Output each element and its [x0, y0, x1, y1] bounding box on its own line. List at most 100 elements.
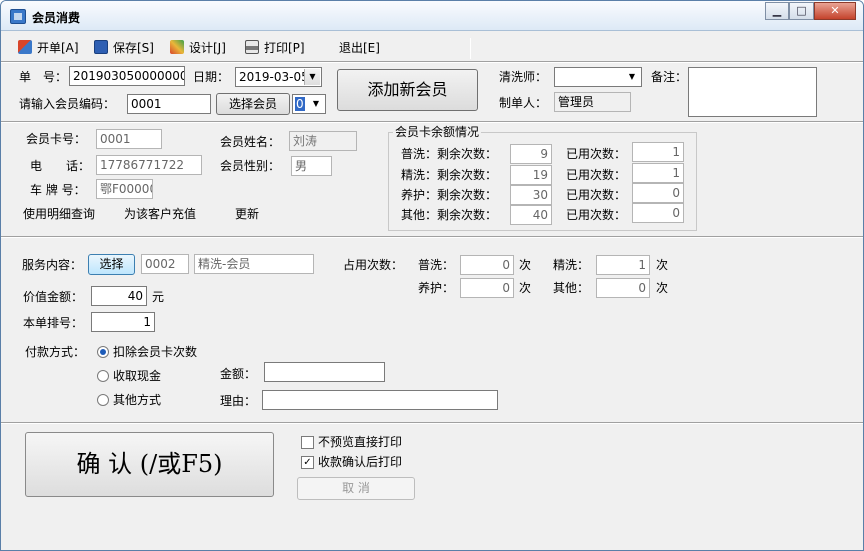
- creator-label: 制单人：: [499, 96, 548, 110]
- seq-field[interactable]: 1: [91, 312, 155, 332]
- payment-divider: [1, 422, 863, 424]
- title-bar: 会员消费 ▁ □ ✕: [1, 1, 863, 31]
- occupy-count-field: 0: [596, 278, 650, 298]
- refresh-link[interactable]: 更新: [235, 206, 259, 222]
- value-unit: 元: [152, 290, 165, 304]
- member-name-field: 刘涛: [289, 131, 357, 151]
- used-count-field: 0: [632, 183, 684, 203]
- occupy-label: 占用次数：: [343, 258, 404, 272]
- balance-type-label: 精洗：剩余次数：: [401, 168, 498, 182]
- save-button[interactable]: 保存[S]: [94, 39, 154, 57]
- usage-detail-link[interactable]: 使用明细查询: [23, 206, 95, 222]
- used-count-label: 已用次数：: [566, 168, 627, 182]
- order-no-field[interactable]: 2019030500000001: [69, 66, 185, 86]
- print-button[interactable]: 打印[P]: [245, 39, 305, 57]
- minimize-button[interactable]: ▁: [765, 2, 789, 20]
- balance-type-label: 其他：剩余次数：: [401, 208, 498, 222]
- toolbar: 开单[A] 保存[S] 设计[J] 打印[P] 退出[E]: [1, 32, 863, 62]
- print-after-payment-checkbox[interactable]: ✓: [301, 456, 314, 469]
- date-picker[interactable]: 2019-03-05 ▼: [235, 67, 322, 87]
- remark-textarea[interactable]: [688, 67, 817, 117]
- payment-method-label: 付款方式：: [25, 345, 86, 359]
- payment-radio[interactable]: [97, 346, 109, 358]
- member-divider: [1, 236, 863, 238]
- washer-select[interactable]: ▼: [554, 67, 642, 87]
- value-amount-label: 价值金额：: [23, 290, 84, 304]
- remaining-count-field: 19: [510, 165, 552, 185]
- used-count-label: 已用次数：: [566, 147, 627, 161]
- chevron-down-icon[interactable]: ▼: [304, 69, 320, 85]
- payment-amount-input[interactable]: [264, 362, 385, 382]
- maximize-button[interactable]: □: [789, 2, 814, 20]
- gender-label: 会员性别：: [220, 159, 281, 173]
- date-value: 2019-03-05: [239, 70, 309, 84]
- floppy-disk-icon: [94, 40, 108, 54]
- member-consumption-window: 会员消费 ▁ □ ✕ 开单[A] 保存[S] 设计[J] 打印[P] 退出[E]…: [0, 0, 864, 551]
- toolbar-separator: [470, 38, 471, 59]
- occupy-type-label: 精洗：: [553, 258, 590, 272]
- payment-option-label: 扣除会员卡次数: [113, 345, 198, 359]
- remaining-count-field: 40: [510, 205, 552, 225]
- print-label: 打印[P]: [264, 41, 305, 55]
- used-count-label: 已用次数：: [566, 208, 627, 222]
- payment-radio[interactable]: [97, 370, 109, 382]
- used-count-field: 1: [632, 163, 684, 183]
- order-no-label: 单 号：: [19, 70, 68, 84]
- select-service-button[interactable]: 选择: [88, 254, 135, 275]
- header-divider: [1, 121, 863, 123]
- times-unit: 次: [656, 258, 669, 272]
- seq-label: 本单排号：: [23, 316, 84, 330]
- no-preview-checkbox[interactable]: [301, 436, 314, 449]
- no-preview-label: 不预览直接打印: [318, 435, 403, 449]
- occupy-type-label: 普洗：: [418, 258, 455, 272]
- save-label: 保存[S]: [113, 41, 154, 55]
- occupy-count-field: 0: [460, 278, 514, 298]
- app-icon: [10, 9, 26, 24]
- balance-type-label: 养护：剩余次数：: [401, 188, 498, 202]
- service-content-label: 服务内容：: [22, 258, 83, 272]
- print-after-payment-label: 收款确认后打印: [318, 455, 403, 469]
- member-code-input[interactable]: 0001: [127, 94, 211, 114]
- remaining-count-field: 30: [510, 185, 552, 205]
- printer-icon: [245, 40, 259, 54]
- select-member-button[interactable]: 选择会员: [216, 93, 290, 115]
- exit-button[interactable]: 退出[E]: [339, 39, 380, 57]
- payment-radio[interactable]: [97, 394, 109, 406]
- add-member-button[interactable]: 添加新会员: [337, 69, 478, 111]
- times-unit: 次: [519, 281, 532, 295]
- phone-field: 17786771722: [96, 155, 202, 175]
- code-mode-select[interactable]: 0 ▼: [292, 94, 326, 114]
- chevron-down-icon[interactable]: ▼: [624, 69, 640, 85]
- new-order-button[interactable]: 开单[A]: [18, 39, 79, 57]
- used-count-label: 已用次数：: [566, 188, 627, 202]
- payment-reason-label: 理由：: [220, 394, 257, 408]
- payment-amount-label: 金额：: [220, 367, 257, 381]
- member-name-label: 会员姓名：: [220, 135, 281, 149]
- house-icon: [18, 40, 32, 54]
- card-no-label: 会员卡号：: [26, 132, 87, 146]
- remaining-count-field: 9: [510, 144, 552, 164]
- washer-label: 清洗师：: [499, 70, 548, 84]
- plate-label: 车 牌 号：: [30, 183, 86, 197]
- used-count-field: 1: [632, 142, 684, 162]
- payment-reason-input[interactable]: [262, 390, 498, 410]
- plate-field: 鄂F00000: [96, 179, 153, 199]
- recharge-link[interactable]: 为该客户充值: [124, 206, 196, 222]
- chevron-down-icon[interactable]: ▼: [308, 96, 324, 112]
- occupy-count-field: 1: [596, 255, 650, 275]
- gender-field: 男: [291, 156, 332, 176]
- cancel-button[interactable]: 取 消: [297, 477, 415, 500]
- design-button[interactable]: 设计[J]: [170, 39, 226, 57]
- value-amount-field[interactable]: 40: [91, 286, 147, 306]
- close-button[interactable]: ✕: [814, 2, 856, 20]
- tools-icon: [170, 40, 184, 54]
- balance-group-title: 会员卡余额情况: [393, 124, 482, 140]
- code-mode-value: 0: [295, 97, 305, 111]
- confirm-button[interactable]: 确 认 (/或F5): [25, 432, 274, 497]
- service-code-field: 0002: [141, 254, 189, 274]
- occupy-type-label: 养护：: [418, 281, 455, 295]
- design-label: 设计[J]: [189, 41, 226, 55]
- payment-option-label: 其他方式: [113, 393, 162, 407]
- creator-field: 管理员: [554, 92, 631, 112]
- occupy-count-field: 0: [460, 255, 514, 275]
